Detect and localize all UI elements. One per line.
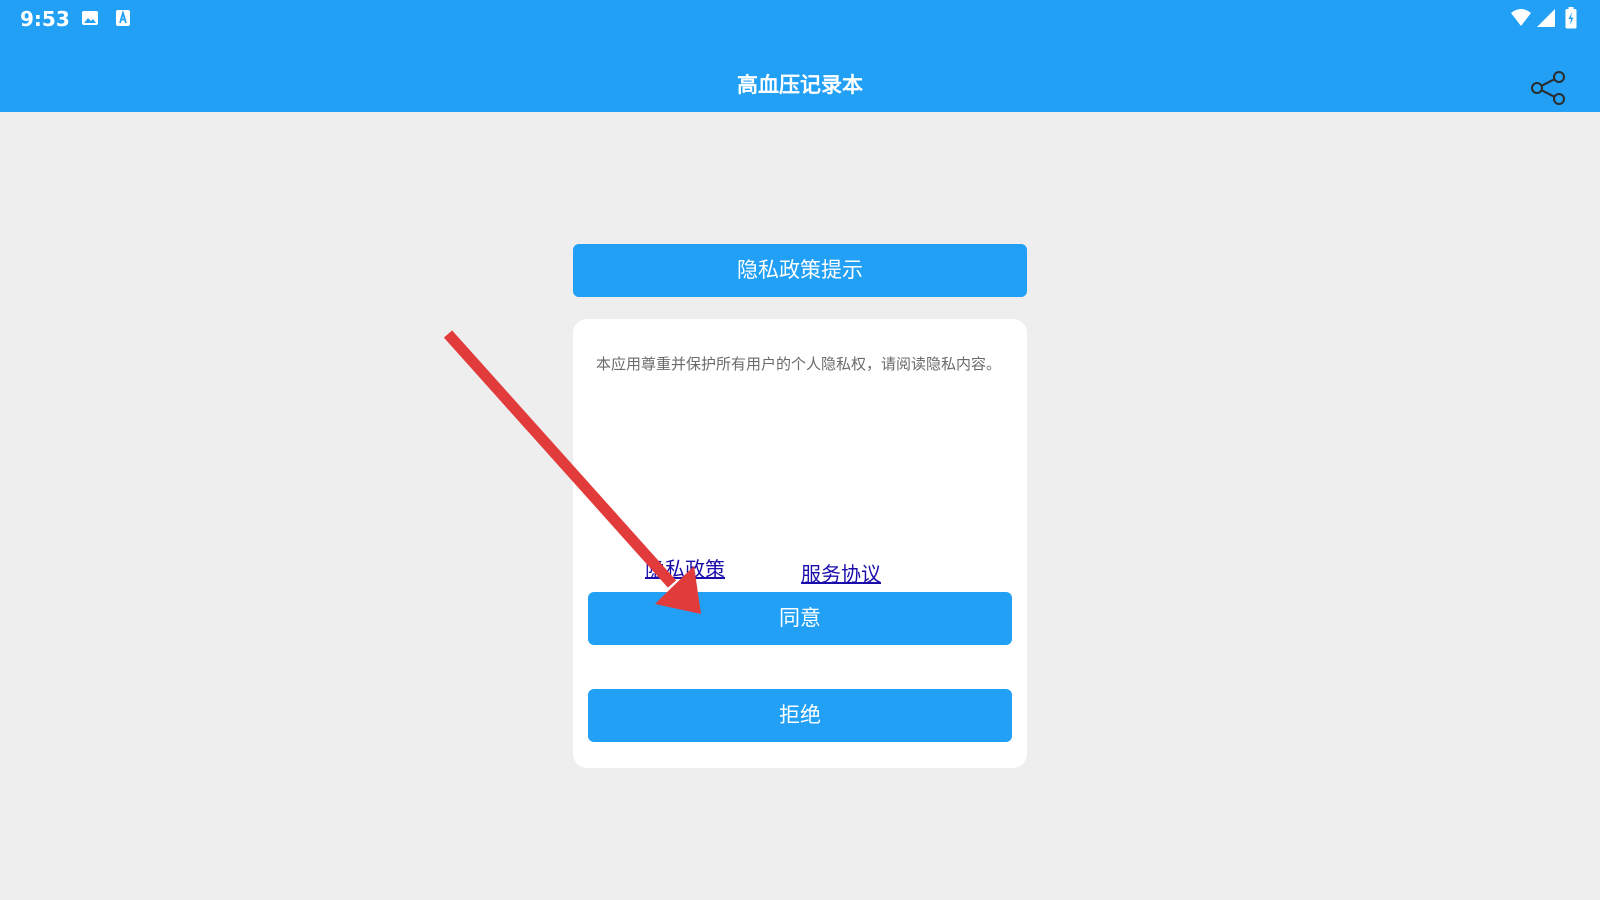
wifi-icon	[1511, 9, 1531, 26]
app-bar: 9:53 高血压记录本	[0, 0, 1600, 112]
privacy-notice-text: 本应用尊重并保护所有用户的个人隐私权，请阅读隐私内容。	[596, 355, 1002, 373]
image-icon	[82, 11, 98, 25]
app-title: 高血压记录本	[737, 73, 863, 97]
share-icon[interactable]	[1528, 68, 1568, 108]
reject-button[interactable]: 拒绝	[588, 689, 1012, 742]
agree-button[interactable]: 同意	[588, 592, 1012, 645]
service-agreement-link[interactable]: 服务协议	[801, 560, 881, 588]
cell-signal-icon	[1537, 9, 1555, 27]
dialog-title: 隐私政策提示	[573, 244, 1027, 297]
privacy-policy-link[interactable]: 隐私政策	[645, 555, 725, 583]
battery-icon	[1565, 7, 1577, 29]
privacy-dialog: 本应用尊重并保护所有用户的个人隐私权，请阅读隐私内容。 隐私政策 服务协议 同意…	[573, 319, 1027, 768]
a-icon	[116, 9, 130, 26]
status-time: 9:53	[20, 7, 70, 31]
